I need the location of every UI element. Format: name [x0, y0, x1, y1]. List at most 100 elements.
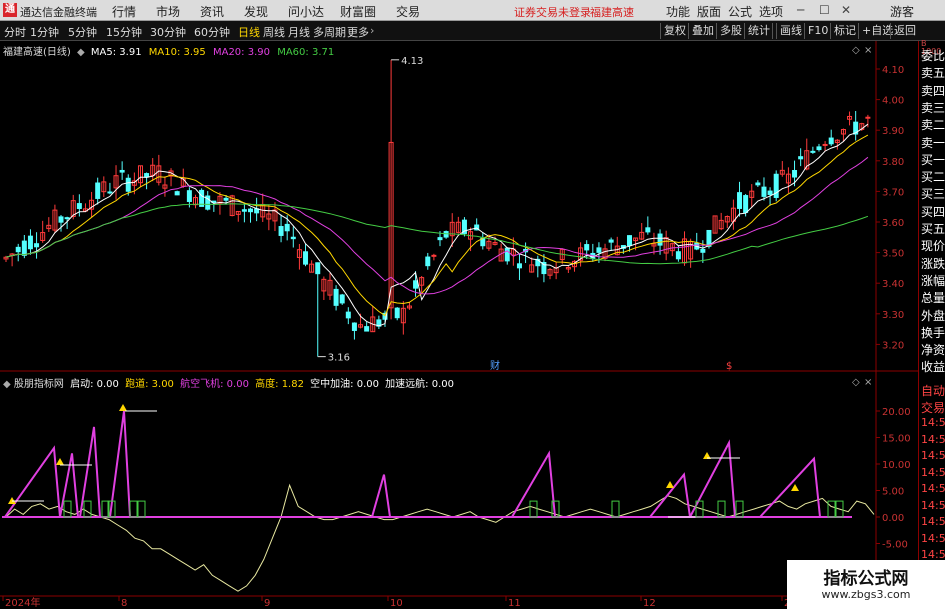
- time-tick-label: 12: [643, 598, 656, 609]
- candle-body: [64, 217, 70, 220]
- menu-item-ask[interactable]: 问小达: [288, 3, 324, 20]
- candle-body: [345, 311, 351, 319]
- toolbar-btn-5[interactable]: F10: [804, 23, 831, 39]
- plane-icon: [666, 481, 674, 488]
- side-item-7[interactable]: 买二: [921, 170, 945, 185]
- toolbar-btn-1[interactable]: 叠加: [688, 23, 717, 39]
- side-item-18[interactable]: 收益: [921, 360, 945, 375]
- side-item-22[interactable]: 14:56: [921, 432, 945, 447]
- minimize-icon[interactable]: ─: [797, 3, 804, 17]
- side-item-19[interactable]: 自动: [921, 384, 945, 399]
- menu-item-quotes[interactable]: 行情: [112, 3, 136, 20]
- side-item-4[interactable]: 卖二: [921, 118, 945, 133]
- time-tick-label: 10: [390, 598, 403, 609]
- toolbar-btn-0[interactable]: 复权: [660, 23, 689, 39]
- menu-item-discover[interactable]: 发现: [244, 3, 268, 20]
- indicator-flight-line: [689, 439, 736, 518]
- candle-body: [425, 256, 431, 267]
- tab-period-4[interactable]: 30分钟: [148, 24, 188, 40]
- side-item-6[interactable]: 买一: [921, 153, 945, 168]
- side-item-23[interactable]: 14:56: [921, 448, 945, 463]
- side-item-3[interactable]: 卖三: [921, 101, 945, 116]
- side-item-0[interactable]: 委比: [921, 49, 945, 64]
- menu-item-options[interactable]: 选项: [759, 3, 783, 20]
- toolbar-btn-2[interactable]: 多股: [716, 23, 745, 39]
- candle-body: [645, 227, 651, 233]
- launch-box: [129, 500, 138, 518]
- tab-period-3[interactable]: 15分钟: [104, 24, 144, 40]
- indicator-flight-line: [79, 426, 101, 518]
- tab-period-7[interactable]: 周线: [261, 24, 287, 40]
- side-item-20[interactable]: 交易: [921, 401, 945, 416]
- side-item-2[interactable]: 卖四: [921, 84, 945, 99]
- menu-item-market[interactable]: 市场: [156, 3, 180, 20]
- menu-item-trade[interactable]: 交易: [396, 3, 420, 20]
- side-item-27[interactable]: 14:56: [921, 514, 945, 529]
- candle-body: [15, 246, 21, 253]
- tab-period-5[interactable]: 60分钟: [192, 24, 232, 40]
- maximize-icon[interactable]: ☐: [819, 3, 830, 17]
- candle-body: [700, 248, 706, 253]
- tab-period-6[interactable]: 日线: [236, 24, 262, 40]
- side-item-5[interactable]: 卖一: [921, 136, 945, 151]
- launch-box: [63, 500, 72, 518]
- tab-period-1[interactable]: 1分钟: [28, 24, 61, 40]
- side-item-21[interactable]: 14:56: [921, 415, 945, 430]
- indicator-tick-label: 5.00: [882, 487, 904, 498]
- toolbar-btn-3[interactable]: 统计: [744, 23, 773, 39]
- field-feiji: 航空飞机: 0.00: [180, 379, 249, 390]
- candle-body: [706, 229, 712, 247]
- toolbar-btn-8[interactable]: 返回: [890, 23, 919, 39]
- candle-body: [828, 137, 834, 145]
- ma20-line: [5, 156, 869, 295]
- close-icon[interactable]: ✕: [841, 3, 851, 17]
- login-status[interactable]: 证券交易未登录: [514, 4, 591, 20]
- candle-body: [584, 244, 590, 251]
- tab-period-2[interactable]: 5分钟: [66, 24, 99, 40]
- menu-item-layout[interactable]: 版面: [697, 3, 721, 20]
- side-item-15[interactable]: 外盘: [921, 309, 945, 324]
- side-item-1[interactable]: 卖五: [921, 66, 945, 81]
- side-item-11[interactable]: 现价: [921, 239, 945, 254]
- time-tick-label: 8: [121, 598, 127, 609]
- candle-body: [394, 307, 400, 319]
- watermark-url: www.zbgs3.com: [821, 588, 911, 601]
- chart-canvas[interactable]: 4.10 4.00 3.90 3.80 3.70 3.60 3.50 3.40 3.30 3.20…: [0, 41, 945, 609]
- side-item-14[interactable]: 总量: [921, 291, 945, 306]
- settings-dot-icon[interactable]: ◆: [3, 379, 11, 390]
- indicator-tick-label: 15.00: [882, 434, 911, 445]
- app-logo-icon: 通: [3, 3, 17, 17]
- ma60-label: MA60: 3.71: [277, 47, 335, 58]
- menu-item-formula[interactable]: 公式: [728, 3, 752, 20]
- menu-item-news[interactable]: 资讯: [200, 3, 224, 20]
- user-label[interactable]: 游客: [890, 3, 914, 20]
- candle-body: [248, 208, 254, 213]
- time-tick-label: 9: [264, 598, 270, 609]
- settings-dot-icon[interactable]: ◆: [77, 47, 85, 58]
- side-item-26[interactable]: 14:56: [921, 498, 945, 513]
- side-item-12[interactable]: 涨跌: [921, 257, 945, 272]
- side-item-10[interactable]: 买五: [921, 222, 945, 237]
- menu-item-function[interactable]: 功能: [666, 3, 690, 20]
- tab-period-0[interactable]: 分时: [2, 24, 28, 40]
- menu-item-wealth[interactable]: 财富圈: [340, 3, 376, 20]
- candle-body: [626, 235, 632, 247]
- toolbar-btn-4[interactable]: 画线: [776, 23, 805, 39]
- side-item-16[interactable]: 换手: [921, 326, 945, 341]
- side-item-24[interactable]: 14:56: [921, 465, 945, 480]
- candle-body: [504, 247, 510, 262]
- side-item-8[interactable]: 买三: [921, 187, 945, 202]
- side-item-13[interactable]: 涨幅: [921, 274, 945, 289]
- side-item-9[interactable]: 买四: [921, 205, 945, 220]
- side-item-25[interactable]: 14:56: [921, 481, 945, 496]
- side-item-28[interactable]: 14:56: [921, 531, 945, 546]
- tab-period-9[interactable]: 多周期: [311, 24, 348, 40]
- candle-body: [144, 173, 150, 178]
- toolbar-btn-6[interactable]: 标记: [830, 23, 859, 39]
- period-toolbar: 分时 1分钟 5分钟 15分钟 30分钟 60分钟 日线 周线 月线 多周期 更…: [0, 21, 945, 41]
- tab-period-8[interactable]: 月线: [286, 24, 312, 40]
- ma5-label: MA5: 3.91: [90, 47, 142, 58]
- chevron-right-icon[interactable]: ›: [368, 24, 376, 37]
- side-item-17[interactable]: 净资: [921, 343, 945, 358]
- candle-body: [315, 262, 321, 275]
